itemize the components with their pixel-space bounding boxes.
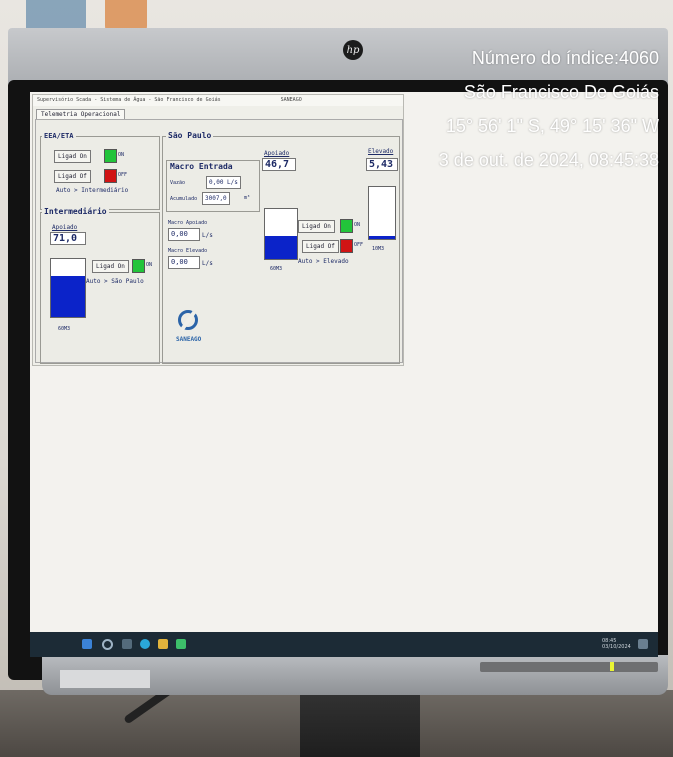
window-title: Supervisório Scada - Sistema de Água - S…: [37, 97, 221, 103]
sp-apoiado-value: 46,7: [262, 158, 296, 171]
acumulado-label: Acumulado: [170, 196, 198, 202]
intermediario-auto-label[interactable]: Auto > São Paulo: [86, 278, 144, 285]
monitor-model-label: [60, 670, 150, 688]
overlay-coords: 15° 56' 1" S, 49° 15' 36" W: [445, 116, 659, 136]
vazao-label: Vazão: [170, 180, 186, 186]
window-titlebar: Supervisório Scada - Sistema de Água - S…: [33, 95, 403, 106]
search-icon[interactable]: [102, 639, 113, 650]
sp-apoiado-unit: 60M3: [270, 266, 283, 272]
macro-apoiado-value: 0,00: [168, 228, 200, 241]
sp-elevado-value: 5,43: [366, 158, 398, 171]
acumulado-value: 3007,0: [202, 192, 230, 205]
notification-icon[interactable]: [638, 639, 648, 649]
eea-off-indicator: [104, 169, 117, 183]
macro-entrada-title: Macro Entrada: [170, 162, 233, 171]
eea-off-state: OFF: [118, 172, 128, 178]
monitor-control-strip: [480, 662, 658, 672]
monitor-screen: Supervisório Scada - Sistema de Água - S…: [30, 92, 658, 657]
macro-elevado-unit: L/s: [202, 260, 213, 267]
sp-elevado-tank: [368, 186, 396, 240]
eea-on-state: ON: [118, 152, 125, 158]
intermediario-on-state: ON: [146, 262, 153, 268]
sp-on-indicator: [340, 219, 353, 233]
eea-auto-label[interactable]: Auto > Intermediário: [56, 187, 128, 194]
intermediario-ligado-button[interactable]: Ligad On: [92, 260, 129, 273]
tray-date: 03/10/2024: [602, 644, 631, 650]
sp-elevado-label: Elevado: [368, 148, 394, 155]
sp-apoiado-tank: [264, 208, 298, 260]
macro-apoiado-unit: L/s: [202, 232, 213, 239]
sp-apoiado-label: Apoiado: [264, 150, 290, 157]
sp-auto-label[interactable]: Auto > Elevado: [298, 258, 349, 265]
intermediario-title: Intermediário: [42, 207, 109, 216]
overlay-datetime: 3 de out. de 2024, 08:45:38: [438, 150, 659, 170]
taskbar: 08:45 03/10/2024: [30, 632, 658, 657]
scada-canvas: EEA/ETA Ligad On ON Ligad Of OFF Auto > …: [35, 119, 403, 364]
saneago-logo-label: SANEAGO: [176, 336, 202, 343]
intermediario-tank-level: [51, 275, 85, 317]
sp-desligado-button[interactable]: Ligad Of: [302, 240, 339, 253]
sp-off-state: OFF: [354, 242, 364, 248]
eea-on-indicator: [104, 149, 117, 163]
overlay-index: Número do índice:4060: [471, 48, 659, 68]
sp-apoiado-tank-level: [265, 235, 297, 259]
edge-icon[interactable]: [140, 639, 150, 649]
overlay-city: São Francisco De Goiás: [463, 82, 659, 102]
explorer-icon[interactable]: [158, 639, 168, 649]
sao-paulo-title: São Paulo: [166, 131, 214, 140]
macro-apoiado-label: Macro Apoiado: [168, 220, 208, 226]
tray-clock[interactable]: 08:45 03/10/2024: [602, 638, 631, 650]
sp-ligado-button[interactable]: Ligad On: [298, 220, 335, 233]
sp-elevado-unit: 10M3: [372, 246, 385, 252]
wall-decoration: [26, 0, 86, 30]
sp-on-state: ON: [354, 222, 361, 228]
vazao-value: 0,00 L/s: [206, 176, 241, 189]
sp-off-indicator: [340, 239, 353, 253]
sp-elevado-tank-level: [369, 236, 395, 239]
acumulado-unit: m³: [244, 195, 251, 201]
eea-desligado-button[interactable]: Ligad Of: [54, 170, 91, 183]
intermediario-tank: [50, 258, 86, 318]
window-title-center: SANEAGO: [280, 97, 302, 103]
monitor-stand: [300, 690, 420, 757]
power-led: [610, 662, 614, 671]
intermediario-on-indicator: [132, 259, 145, 273]
task-view-icon[interactable]: [122, 639, 132, 649]
macro-elevado-label: Macro Elevado: [168, 248, 208, 254]
eea-ligado-button[interactable]: Ligad On: [54, 150, 91, 163]
app-icon[interactable]: [176, 639, 186, 649]
hp-logo: hp: [343, 40, 363, 60]
eea-title: EEA/ETA: [42, 132, 76, 140]
intermediario-apoiado-label: Apoiado: [52, 224, 78, 231]
saneago-logo-icon: [178, 310, 198, 330]
start-icon[interactable]: [82, 639, 92, 649]
macro-elevado-value: 0,00: [168, 256, 200, 269]
intermediario-tank-unit: 60M3: [58, 326, 71, 332]
scada-window: Supervisório Scada - Sistema de Água - S…: [32, 94, 404, 366]
intermediario-level-value: 71,0: [50, 232, 86, 245]
